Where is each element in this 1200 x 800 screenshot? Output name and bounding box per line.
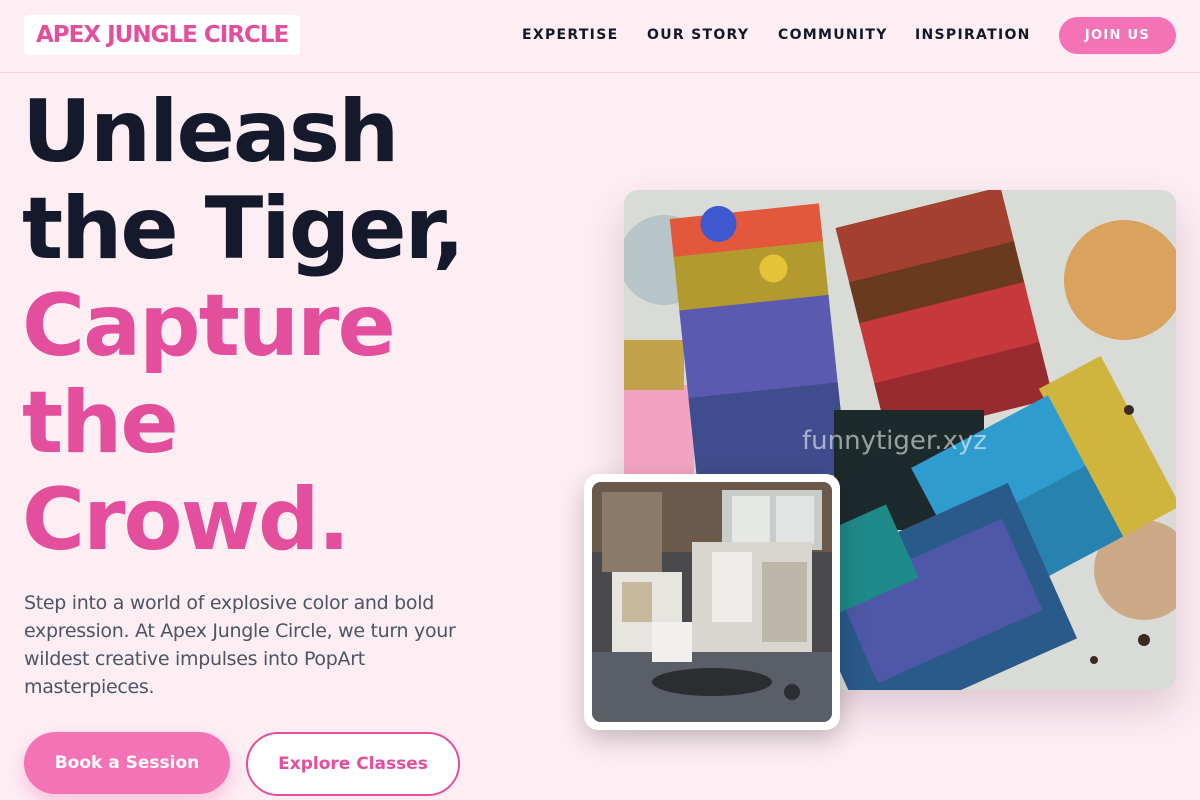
headline-line-3: Capture — [22, 276, 396, 376]
headline-line-4: the — [22, 373, 179, 473]
headline-line-2: the Tiger, — [22, 179, 465, 279]
image-watermark: funnytiger.xyz — [802, 426, 987, 456]
nav-link-our-story[interactable]: OUR STORY — [647, 27, 749, 43]
nav-link-expertise[interactable]: EXPERTISE — [522, 27, 618, 43]
art-studio-image — [584, 474, 840, 730]
nav-link-inspiration[interactable]: INSPIRATION — [915, 27, 1031, 43]
headline-line-1: Unleash — [22, 82, 399, 182]
nav-link-community[interactable]: COMMUNITY — [778, 27, 888, 43]
explore-classes-button[interactable]: Explore Classes — [246, 732, 460, 796]
hero-intro-text: Step into a world of explosive color and… — [24, 592, 456, 698]
join-us-button[interactable]: JOIN US — [1059, 17, 1176, 54]
art-studio-photo — [592, 482, 832, 722]
hero-headline: Unleash the Tiger, Capture the Crowd. — [22, 84, 582, 569]
site-logo[interactable]: APEX JUNGLE CIRCLE — [24, 15, 301, 55]
art-studio-illustration — [592, 482, 832, 722]
headline-line-5: Crowd. — [22, 470, 350, 570]
site-header: APEX JUNGLE CIRCLE EXPERTISE OUR STORY C… — [0, 0, 1200, 73]
book-session-button[interactable]: Book a Session — [24, 732, 230, 794]
